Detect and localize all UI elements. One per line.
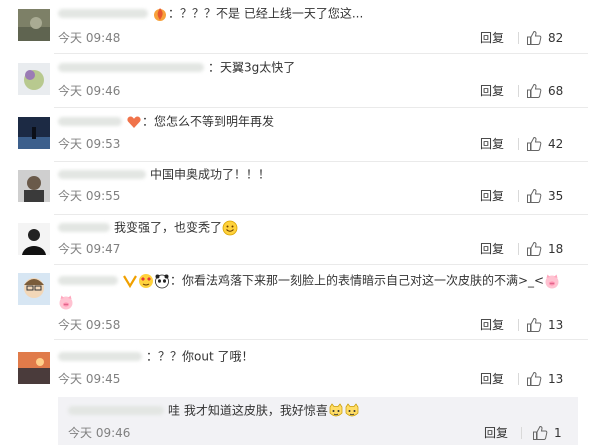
like-button[interactable]: 82 <box>526 29 586 47</box>
comment-text: 中国申奥成功了！！！ <box>150 167 271 182</box>
like-count: 18 <box>548 242 564 256</box>
comment-time: 今天 09:46 <box>58 84 121 98</box>
thumbs-up-icon <box>527 136 542 151</box>
like-button[interactable]: 13 <box>526 316 586 334</box>
avatar[interactable] <box>18 63 50 95</box>
comment-text: ：天翼3g太快了 <box>208 60 296 75</box>
pig-emoji-icon <box>58 294 74 310</box>
reply-button[interactable]: 回复 <box>480 370 504 388</box>
thumbs-up-icon <box>527 188 542 203</box>
comment-item: ：你看法鸡落下来那一刻脸上的表情暗示自己对这一次皮肤的不满>_< 今天 09:5… <box>0 265 598 340</box>
like-button[interactable]: 13 <box>526 370 586 388</box>
divider <box>518 190 519 202</box>
divider <box>518 319 519 331</box>
like-button[interactable]: 1 <box>532 424 568 442</box>
thumbs-up-icon <box>527 30 542 45</box>
reply-button[interactable]: 回复 <box>480 187 504 205</box>
thumbs-up-icon <box>533 425 548 440</box>
reply-button[interactable]: 回复 <box>480 240 504 258</box>
username-blurred[interactable] <box>58 352 142 361</box>
comment-time: 今天 09:45 <box>58 372 121 386</box>
sub-reply-time: 今天 09:46 <box>68 426 131 440</box>
smiley-emoji-icon <box>222 220 238 236</box>
heart-emoji-icon <box>126 114 142 130</box>
like-count: 42 <box>548 137 564 151</box>
like-count: 13 <box>548 318 564 332</box>
divider <box>518 32 519 44</box>
avatar[interactable] <box>18 352 50 384</box>
comment-text: ：？？？不是 已经上线一天了您这... <box>168 6 364 21</box>
like-count: 82 <box>548 31 564 45</box>
comment-item: ：您怎么不等到明年再发 今天 09:53 回复 42 <box>0 108 598 162</box>
divider <box>518 138 519 150</box>
comment-item: ：天翼3g太快了 今天 09:46 回复 68 <box>0 54 598 108</box>
username-blurred[interactable] <box>58 276 118 285</box>
fire-emoji-icon <box>152 6 168 22</box>
avatar[interactable] <box>18 223 50 255</box>
sub-reply: 哇 我才知道这皮肤，我好惊喜 今天 09:46 回复 1 <box>58 397 578 445</box>
thumbs-up-icon <box>527 83 542 98</box>
comment-item: 中国申奥成功了！！！ 今天 09:55 回复 35 <box>0 162 598 215</box>
divider <box>521 427 522 439</box>
comment-text: ：你看法鸡落下来那一刻脸上的表情暗示自己对这一次皮肤的不满>_< <box>170 273 545 288</box>
thumbs-up-icon <box>527 317 542 332</box>
avatar[interactable] <box>18 117 50 149</box>
divider <box>518 85 519 97</box>
avatar[interactable] <box>18 273 50 305</box>
comment-item: 我变强了，也变秃了 今天 09:47 回复 18 <box>0 215 598 265</box>
like-button[interactable]: 18 <box>526 240 586 258</box>
reply-button[interactable]: 回复 <box>480 316 504 334</box>
username-blurred[interactable] <box>58 223 110 232</box>
reply-button[interactable]: 回复 <box>480 135 504 153</box>
like-button[interactable]: 42 <box>526 135 586 153</box>
comment-item: ：？？你out 了哦！ 今天 09:45 回复 13 <box>0 340 598 397</box>
comment-time: 今天 09:48 <box>58 31 121 45</box>
cat-face-emoji-icon <box>344 402 360 419</box>
username-blurred[interactable] <box>58 9 148 18</box>
pig-emoji-icon <box>544 273 560 289</box>
reply-button[interactable]: 回复 <box>480 82 504 100</box>
divider <box>518 373 519 385</box>
reply-button[interactable]: 回复 <box>484 424 508 442</box>
comment-text: ：？？你out 了哦！ <box>146 349 254 364</box>
thumbs-up-icon <box>527 371 542 386</box>
comment-text: ：您怎么不等到明年再发 <box>142 114 275 129</box>
username-blurred[interactable] <box>58 63 204 72</box>
panda-emoji-icon <box>154 273 170 289</box>
comment-time: 今天 09:55 <box>58 189 121 203</box>
heart-face-emoji-icon <box>138 273 154 289</box>
like-count: 1 <box>554 426 562 440</box>
username-blurred[interactable] <box>68 406 164 415</box>
avatar[interactable] <box>18 9 50 41</box>
comment-text: 我变强了，也变秃了 <box>114 220 223 235</box>
comment-time: 今天 09:47 <box>58 242 121 256</box>
thumbs-up-icon <box>527 241 542 256</box>
like-count: 68 <box>548 84 564 98</box>
comment-time: 今天 09:53 <box>58 137 121 151</box>
avatar[interactable] <box>18 170 50 202</box>
like-button[interactable]: 35 <box>526 187 586 205</box>
divider <box>518 243 519 255</box>
reply-button[interactable]: 回复 <box>480 29 504 47</box>
like-count: 35 <box>548 189 564 203</box>
username-blurred[interactable] <box>58 170 146 179</box>
like-button[interactable]: 68 <box>526 82 586 100</box>
username-blurred[interactable] <box>58 117 122 126</box>
comment-item: ：？？？不是 已经上线一天了您这... 今天 09:48 回复 82 <box>0 0 598 54</box>
sub-reply-text: 哇 我才知道这皮肤，我好惊喜 <box>168 403 328 418</box>
v-badge-icon <box>122 273 138 289</box>
cat-face-emoji-icon <box>328 402 344 419</box>
like-count: 13 <box>548 372 564 386</box>
comment-time: 今天 09:58 <box>58 318 121 332</box>
